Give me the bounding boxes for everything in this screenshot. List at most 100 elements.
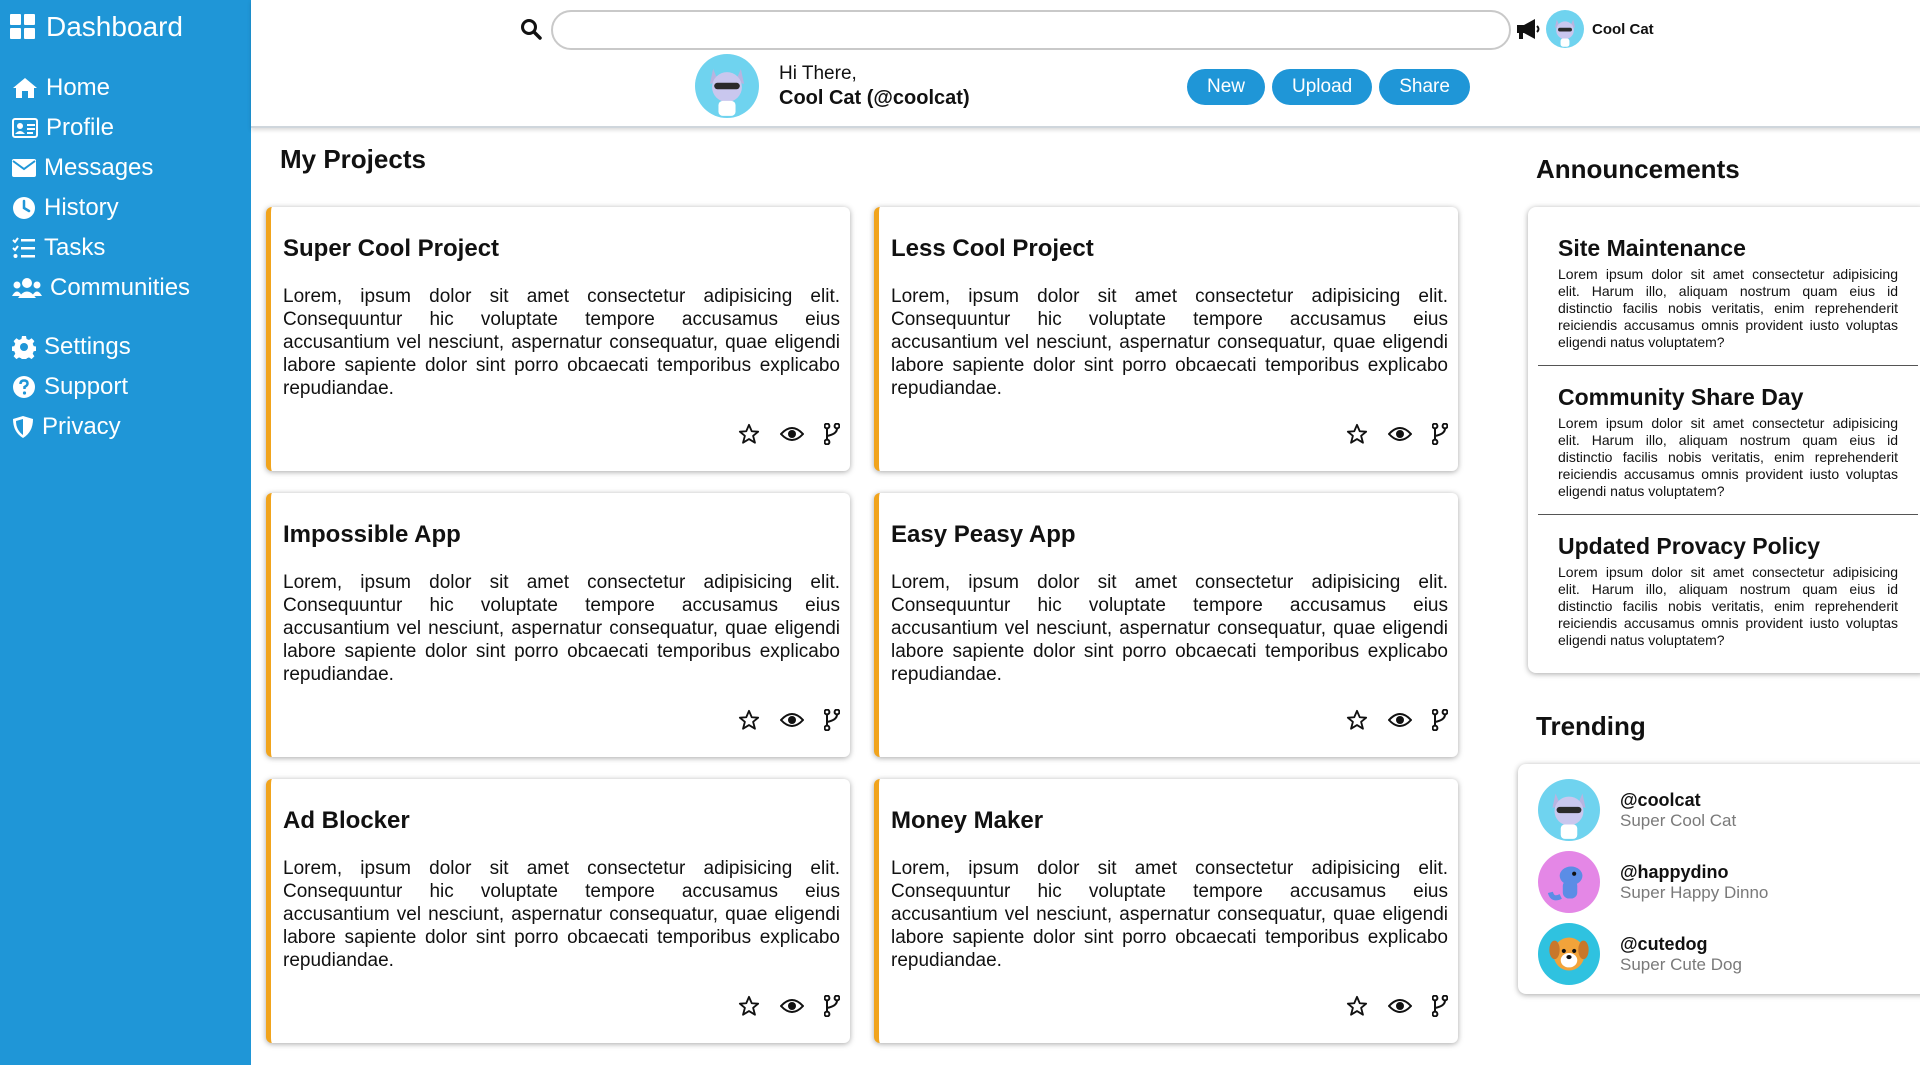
section-title: Trending	[1536, 711, 1646, 741]
avatar[interactable]	[695, 54, 759, 123]
project-card[interactable]: Impossible App Lorem, ipsum dolor sit am…	[266, 493, 850, 757]
card-actions	[1346, 995, 1448, 1017]
search-input[interactable]	[551, 10, 1511, 50]
project-title: Less Cool Project	[891, 235, 1094, 262]
grid-icon	[10, 14, 35, 39]
right-panel: Announcements Site Maintenance Lorem ips…	[1501, 128, 1920, 1065]
sidebar-item-history[interactable]: History	[0, 188, 251, 228]
star-icon[interactable]	[1346, 423, 1368, 445]
fork-icon[interactable]	[824, 995, 840, 1017]
project-description: Lorem, ipsum dolor sit amet consectetur …	[283, 858, 840, 971]
star-icon[interactable]	[738, 995, 760, 1017]
gear-icon	[12, 336, 36, 359]
fork-icon[interactable]	[824, 709, 840, 731]
header-user-name: Cool Cat	[1592, 20, 1654, 38]
sidebar-item-label: Home	[46, 74, 111, 101]
greeting-line: Hi There,	[779, 63, 857, 84]
eye-icon[interactable]	[1388, 997, 1412, 1015]
sidebar-item-label: Support	[44, 373, 129, 400]
section-title: My Projects	[280, 144, 426, 174]
megaphone-icon[interactable]	[1515, 18, 1541, 45]
project-card[interactable]: Money Maker Lorem, ipsum dolor sit amet …	[874, 779, 1458, 1043]
announcement-title: Site Maintenance	[1558, 235, 1746, 261]
sidebar-item-label: Privacy	[42, 413, 121, 440]
trending-item[interactable]: @happydino Super Happy Dinno	[1538, 846, 1920, 918]
fork-icon[interactable]	[1432, 995, 1448, 1017]
announcement-item[interactable]: Updated Provacy Policy Lorem ipsum dolor…	[1538, 515, 1918, 663]
announcement-body: Lorem ipsum dolor sit amet consectetur a…	[1558, 266, 1898, 350]
project-title: Impossible App	[283, 521, 461, 548]
id-card-icon	[12, 118, 38, 138]
trending-box: @coolcat Super Cool Cat @happydino Super…	[1518, 764, 1920, 994]
card-actions	[738, 995, 840, 1017]
projects-section: My Projects Super Cool Project Lorem, ip…	[251, 128, 1501, 1065]
sidebar-item-profile[interactable]: Profile	[0, 108, 251, 148]
fork-icon[interactable]	[1432, 709, 1448, 731]
sidebar-item-communities[interactable]: Communities	[0, 268, 251, 308]
header-user[interactable]: Cool Cat	[1546, 10, 1654, 48]
announcement-item[interactable]: Community Share Day Lorem ipsum dolor si…	[1538, 366, 1918, 515]
announcement-item[interactable]: Site Maintenance Lorem ipsum dolor sit a…	[1538, 217, 1918, 366]
star-icon[interactable]	[1346, 709, 1368, 731]
sidebar-item-support[interactable]: Support	[0, 367, 251, 407]
project-description: Lorem, ipsum dolor sit amet consectetur …	[283, 286, 840, 399]
list-check-icon	[12, 237, 35, 258]
sidebar-item-privacy[interactable]: Privacy	[0, 407, 251, 447]
upload-button[interactable]: Upload	[1272, 69, 1373, 105]
sidebar-item-home[interactable]: Home	[0, 68, 251, 108]
question-circle-icon	[13, 376, 35, 398]
card-actions	[1346, 709, 1448, 731]
trending-handle: @cutedog	[1620, 933, 1708, 954]
trending-name: Super Cute Dog	[1620, 954, 1742, 974]
project-description: Lorem, ipsum dolor sit amet consectetur …	[891, 286, 1448, 399]
announcement-title: Community Share Day	[1558, 384, 1804, 410]
card-actions	[1346, 423, 1448, 445]
fork-icon[interactable]	[1432, 423, 1448, 445]
trending-handle: @coolcat	[1620, 789, 1701, 810]
project-grid: Super Cool Project Lorem, ipsum dolor si…	[266, 207, 1501, 1043]
brand-label: Dashboard	[46, 11, 183, 42]
sidebar-item-label: History	[44, 194, 119, 221]
project-card[interactable]: Less Cool Project Lorem, ipsum dolor sit…	[874, 207, 1458, 471]
project-card[interactable]: Super Cool Project Lorem, ipsum dolor si…	[266, 207, 850, 471]
project-title: Easy Peasy App	[891, 521, 1076, 548]
project-title: Super Cool Project	[283, 235, 500, 262]
envelope-icon	[12, 159, 36, 177]
project-card[interactable]: Ad Blocker Lorem, ipsum dolor sit amet c…	[266, 779, 850, 1043]
share-button[interactable]: Share	[1379, 69, 1470, 105]
star-icon[interactable]	[738, 709, 760, 731]
sidebar-item-messages[interactable]: Messages	[0, 148, 251, 188]
announcements-box: Site Maintenance Lorem ipsum dolor sit a…	[1528, 207, 1920, 673]
section-title: Announcements	[1536, 154, 1740, 184]
new-button[interactable]: New	[1187, 69, 1266, 105]
star-icon[interactable]	[1346, 995, 1368, 1017]
project-title: Ad Blocker	[283, 807, 410, 834]
project-card[interactable]: Easy Peasy App Lorem, ipsum dolor sit am…	[874, 493, 1458, 757]
sidebar-item-label: Messages	[44, 154, 154, 181]
eye-icon[interactable]	[780, 997, 804, 1015]
home-icon	[13, 78, 37, 98]
eye-icon[interactable]	[780, 711, 804, 729]
sidebar-item-label: Communities	[50, 274, 191, 301]
greeting-user: Cool Cat (@coolcat)	[779, 87, 970, 109]
avatar	[1546, 10, 1584, 48]
eye-icon[interactable]	[1388, 425, 1412, 443]
sidebar-item-settings[interactable]: Settings	[0, 327, 251, 367]
project-title: Money Maker	[891, 807, 1044, 834]
project-description: Lorem, ipsum dolor sit amet consectetur …	[283, 572, 840, 685]
eye-icon[interactable]	[780, 425, 804, 443]
shield-icon	[13, 416, 33, 438]
trending-item[interactable]: @coolcat Super Cool Cat	[1538, 774, 1920, 846]
star-icon[interactable]	[738, 423, 760, 445]
project-description: Lorem, ipsum dolor sit amet consectetur …	[891, 858, 1448, 971]
search-icon[interactable]	[520, 18, 542, 45]
fork-icon[interactable]	[824, 423, 840, 445]
sidebar-brand[interactable]: Dashboard	[0, 8, 251, 46]
announcement-title: Updated Provacy Policy	[1558, 533, 1821, 559]
trending-name: Super Happy Dinno	[1620, 882, 1769, 902]
trending-item[interactable]: @cutedog Super Cute Dog	[1538, 918, 1920, 990]
eye-icon[interactable]	[1388, 711, 1412, 729]
sidebar-item-tasks[interactable]: Tasks	[0, 228, 251, 268]
sidebar-item-label: Settings	[44, 333, 131, 360]
avatar	[1538, 779, 1600, 841]
